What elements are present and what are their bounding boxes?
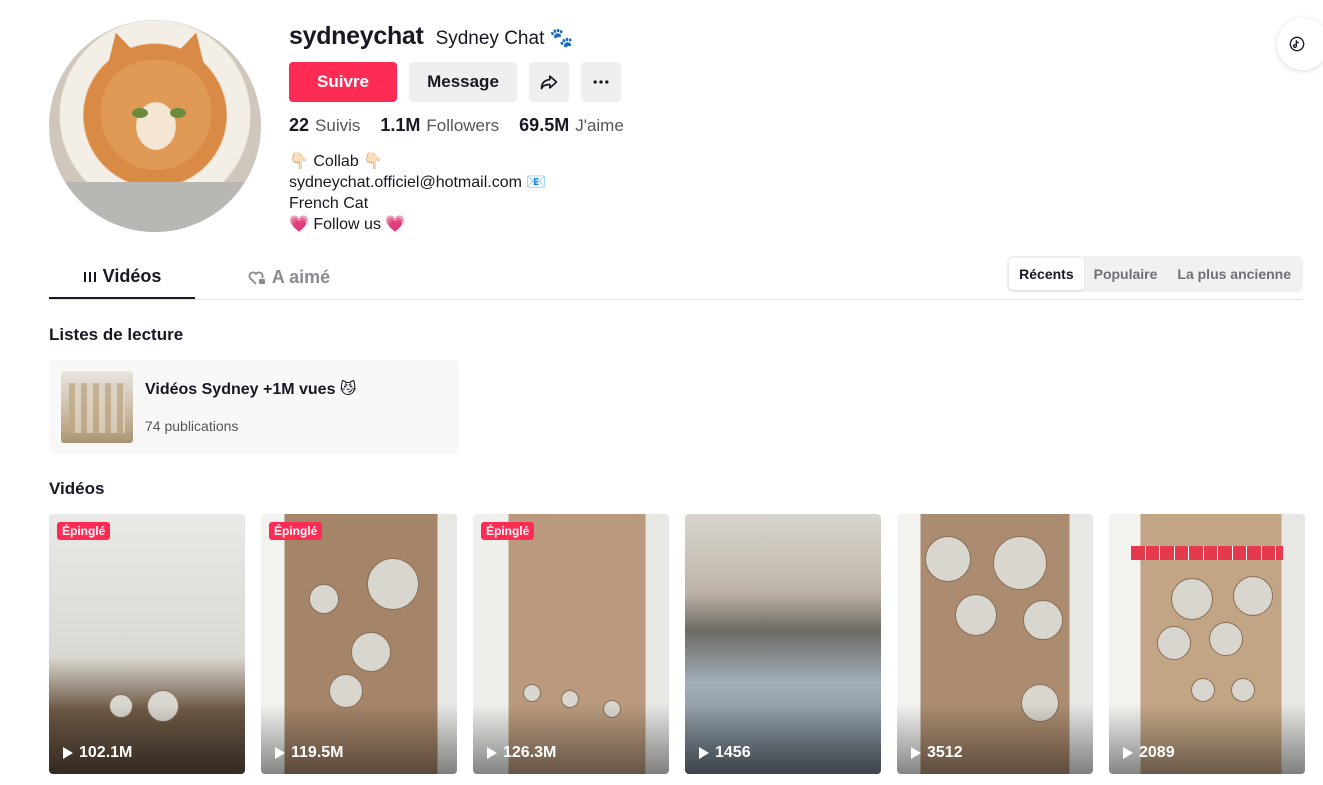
stat-label: J'aime — [575, 116, 624, 135]
play-icon — [911, 747, 921, 759]
sort-oldest[interactable]: La plus ancienne — [1167, 258, 1301, 290]
stat-label: Followers — [426, 116, 500, 135]
video-grid: Épinglé 102.1M Épinglé 119.5M Épinglé 12… — [49, 514, 1305, 774]
bio-line: French Cat — [289, 195, 369, 212]
views-count: 102.1M — [79, 744, 133, 761]
profile-bio: 👇🏻 Collab 👇🏻 sydneychat.officiel@hotmail… — [289, 151, 546, 235]
video-card[interactable]: Épinglé 119.5M — [261, 514, 457, 774]
views-count: 126.3M — [503, 744, 557, 761]
pinned-badge: Épinglé — [57, 522, 111, 540]
playlists-heading: Listes de lecture — [49, 325, 184, 344]
avatar-eye-right — [170, 108, 186, 118]
views-count: 119.5M — [291, 744, 344, 761]
avatar-blanket — [49, 182, 261, 232]
bio-line: sydneychat.officiel@hotmail.com 📧 — [289, 174, 547, 191]
video-card[interactable]: Épinglé 126.3M — [473, 514, 669, 774]
video-card[interactable]: Épinglé 102.1M — [49, 514, 245, 774]
message-button[interactable]: Message — [409, 62, 517, 102]
follow-button[interactable]: Suivre — [289, 62, 397, 102]
tab-label: Vidéos — [102, 266, 162, 286]
stat-value: 22 — [289, 115, 310, 135]
video-card[interactable]: 3512 — [897, 514, 1093, 774]
playlist-thumbnail — [61, 371, 133, 443]
heart-lock-icon — [248, 271, 265, 285]
sort-control: Récents Populaire La plus ancienne — [1007, 256, 1303, 292]
nickname: Sydney Chat 🐾 — [435, 28, 574, 49]
stat-value: 69.5M — [519, 115, 570, 135]
video-views: 3512 — [911, 744, 963, 762]
playlist-title: Vidéos Sydney +1M vues 😼 — [145, 381, 357, 398]
play-icon — [699, 747, 709, 759]
video-card[interactable]: 1456 — [685, 514, 881, 774]
username-row: sydneychat Sydney Chat 🐾 — [289, 22, 573, 51]
stat-likes: 69.5M J'aime — [519, 115, 624, 136]
playlist-count: 74 publications — [145, 418, 239, 434]
video-card[interactable]: 2089 — [1109, 514, 1305, 774]
play-icon — [275, 747, 285, 759]
sort-recent[interactable]: Récents — [1009, 258, 1084, 290]
more-options-button[interactable] — [581, 62, 621, 102]
share-icon — [540, 75, 558, 90]
username: sydneychat — [289, 22, 424, 50]
stat-label: Suivis — [315, 116, 361, 135]
video-views: 2089 — [1123, 744, 1175, 762]
tiktok-icon — [1289, 36, 1305, 52]
sort-popular[interactable]: Populaire — [1084, 258, 1168, 290]
views-count: 1456 — [715, 744, 751, 761]
avatar-cat-face — [101, 60, 211, 170]
videos-heading: Vidéos — [49, 479, 105, 498]
stat-following[interactable]: 22 Suivis — [289, 115, 360, 136]
tab-liked[interactable]: A aimé — [229, 256, 349, 299]
profile-avatar[interactable] — [49, 20, 261, 232]
play-icon — [1123, 747, 1133, 759]
more-icon — [593, 80, 609, 84]
avatar-eye-left — [132, 108, 148, 118]
video-views: 126.3M — [487, 744, 556, 762]
views-count: 2089 — [1139, 744, 1175, 761]
profile-stats: 22 Suivis 1.1M Followers 69.5M J'aime — [289, 115, 624, 136]
play-icon — [63, 747, 73, 759]
share-button[interactable] — [529, 62, 569, 102]
stat-value: 1.1M — [380, 115, 421, 135]
pinned-badge: Épinglé — [269, 522, 323, 540]
profile-tabs: Vidéos A aimé Récents Populaire La plus … — [49, 256, 1303, 300]
views-count: 3512 — [927, 744, 963, 761]
tab-videos[interactable]: Vidéos — [49, 256, 195, 299]
bio-line: 👇🏻 Collab 👇🏻 — [289, 153, 384, 170]
tiktok-floating-button[interactable] — [1277, 18, 1323, 70]
play-icon — [487, 747, 497, 759]
grid-icon — [83, 271, 96, 282]
video-views: 1456 — [699, 744, 751, 762]
bio-line: 💗 Follow us 💗 — [289, 216, 406, 233]
pinned-badge: Épinglé — [481, 522, 535, 540]
profile-actions: Suivre Message — [289, 62, 621, 102]
tab-label: A aimé — [271, 267, 331, 287]
stat-followers[interactable]: 1.1M Followers — [380, 115, 499, 136]
video-views: 119.5M — [275, 744, 343, 762]
playlist-card[interactable]: Vidéos Sydney +1M vues 😼 74 publications — [49, 360, 459, 454]
video-views: 102.1M — [63, 744, 132, 762]
